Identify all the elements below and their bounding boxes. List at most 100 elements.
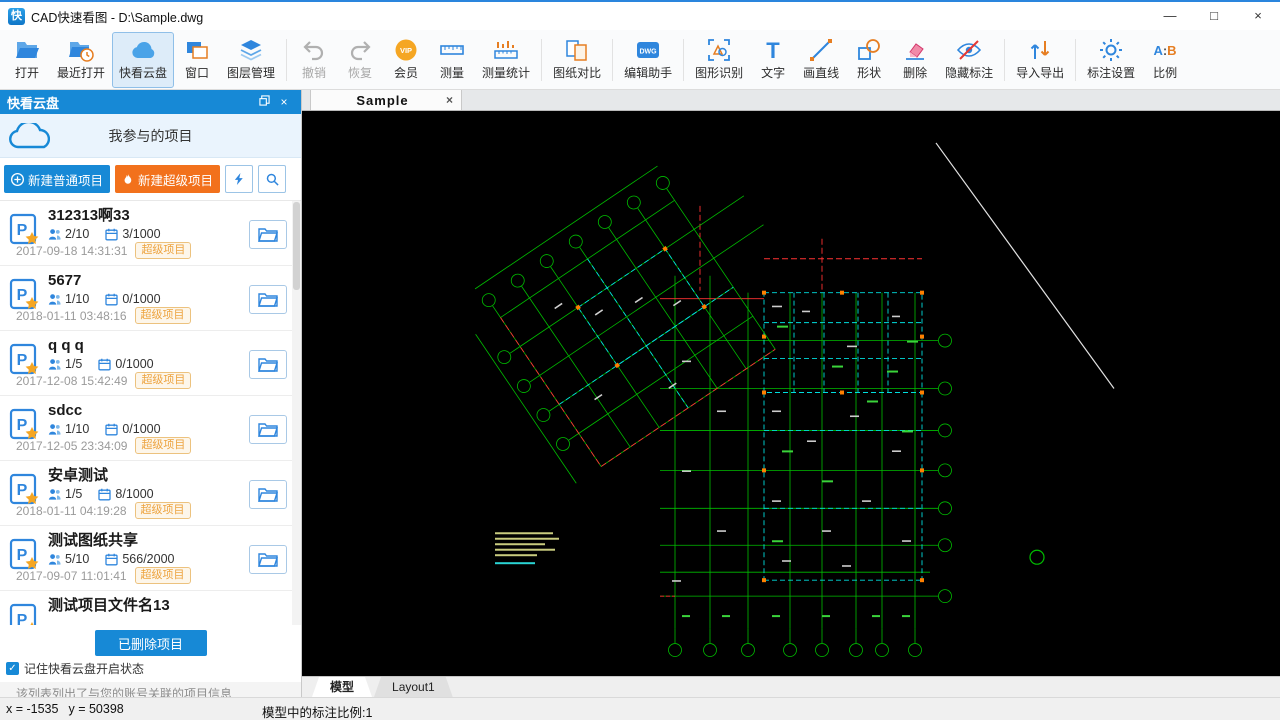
layout-tabbar: 模型 Layout1 xyxy=(302,676,1280,697)
text-icon: T xyxy=(760,36,787,63)
statusbar: x = -1535 y = 50398 模型中的标注比例:1 xyxy=(0,697,1280,720)
toolbar-cloud-disk[interactable]: 快看云盘 xyxy=(112,32,175,88)
deleted-projects-button[interactable]: 已删除项目 xyxy=(94,630,207,656)
project-item[interactable]: P 测试项目文件名13 xyxy=(0,591,301,625)
project-name: q q q xyxy=(48,337,84,354)
toolbar-text[interactable]: T 文字 xyxy=(750,32,796,88)
undo-icon xyxy=(301,36,328,63)
member-count: 1/10 xyxy=(48,422,89,436)
toolbar-window[interactable]: 窗口 xyxy=(174,32,220,88)
toolbar-vip[interactable]: VIP 会员 xyxy=(383,32,429,88)
project-time: 2017-12-05 23:34:09 xyxy=(16,438,128,453)
tab-model[interactable]: 模型 xyxy=(312,677,372,697)
ruler-icon xyxy=(439,36,466,63)
toolbar-label: 编辑助手 xyxy=(624,66,673,80)
calendar-icon xyxy=(105,293,118,305)
open-folder-icon xyxy=(14,36,41,63)
toolbar-measure[interactable]: 测量 xyxy=(429,32,475,88)
calendar-icon xyxy=(105,423,118,435)
titlebar: 快 CAD快速看图 - D:\Sample.dwg — □ × xyxy=(0,2,1280,30)
svg-text:P: P xyxy=(17,482,28,499)
tab-layout1[interactable]: Layout1 xyxy=(374,677,453,697)
folder-icon xyxy=(258,228,278,242)
toolbar-measure-stats[interactable]: 测量统计 xyxy=(475,32,537,88)
people-icon xyxy=(48,358,61,370)
cad-drawing[interactable] xyxy=(302,111,1280,676)
toolbar-open[interactable]: 打开 xyxy=(4,32,50,88)
svg-text:A:B: A:B xyxy=(1154,43,1177,58)
recognition-icon xyxy=(706,36,733,63)
toolbar-annotation-settings[interactable]: 标注设置 xyxy=(1080,32,1142,88)
project-item[interactable]: P 5677 1/10 0/1000 2018-01-11 03:48:16 超… xyxy=(0,266,301,331)
project-item[interactable]: P q q q 1/5 0/1000 2017-12-08 15:42:49 超… xyxy=(0,331,301,396)
toolbar-redo[interactable]: 恢复 xyxy=(337,32,383,88)
toolbar-undo[interactable]: 撤销 xyxy=(291,32,337,88)
people-icon xyxy=(48,293,61,305)
list-scrollbar[interactable] xyxy=(292,201,301,625)
toolbar-layers[interactable]: 图层管理 xyxy=(220,32,282,88)
project-name: 312313啊33 xyxy=(48,207,130,224)
project-icon: P xyxy=(8,603,42,625)
toolbar-separator xyxy=(683,39,685,81)
open-project-folder-button[interactable] xyxy=(249,350,287,379)
document-tab[interactable]: Sample × xyxy=(310,90,462,110)
close-button[interactable]: × xyxy=(1236,2,1280,30)
toolbar-shapes[interactable]: 形状 xyxy=(846,32,892,88)
scrollbar-thumb[interactable] xyxy=(293,202,300,290)
open-project-folder-button[interactable] xyxy=(249,285,287,314)
new-project-button[interactable]: 新建普通项目 xyxy=(4,165,111,193)
sheet-count: 3/1000 xyxy=(105,227,161,241)
toolbar-edit-assistant[interactable]: DWG 编辑助手 xyxy=(617,32,679,88)
project-name: sdcc xyxy=(48,402,83,419)
toolbar-scale[interactable]: A:B 比例 xyxy=(1142,32,1188,88)
maximize-button[interactable]: □ xyxy=(1192,2,1236,30)
recent-open-icon xyxy=(68,36,95,63)
open-project-folder-button[interactable] xyxy=(249,480,287,509)
toolbar-label: 测量 xyxy=(440,66,465,80)
toolbar-delete[interactable]: 删除 xyxy=(892,32,938,88)
sheet-count: 566/2000 xyxy=(105,552,174,566)
project-item[interactable]: P 测试图纸共享 5/10 566/2000 2017-09-07 11:01:… xyxy=(0,526,301,591)
toolbar-shape-recognition[interactable]: 图形识别 xyxy=(688,32,750,88)
shapes-icon xyxy=(856,36,883,63)
people-icon xyxy=(48,423,61,435)
search-button[interactable] xyxy=(258,165,287,193)
open-project-folder-button[interactable] xyxy=(249,220,287,249)
dwg-badge-icon: DWG xyxy=(635,36,662,63)
svg-text:P: P xyxy=(17,287,28,304)
app-logo-icon: 快 xyxy=(8,7,25,25)
new-super-project-button[interactable]: 新建超级项目 xyxy=(115,165,221,193)
toolbar-label: 图层管理 xyxy=(227,66,276,80)
toolbar-separator xyxy=(1075,39,1077,81)
svg-text:P: P xyxy=(17,222,28,239)
project-list: P 312313啊33 2/10 3/1000 2017-09-18 14:31… xyxy=(0,200,301,625)
minimize-button[interactable]: — xyxy=(1148,2,1192,30)
folder-icon xyxy=(258,423,278,437)
member-count: 1/10 xyxy=(48,292,89,306)
window-title: CAD快速看图 - D:\Sample.dwg xyxy=(31,10,204,25)
open-project-folder-button[interactable] xyxy=(249,415,287,444)
toolbar-separator xyxy=(286,39,288,81)
remember-checkbox[interactable]: ✓ xyxy=(6,662,19,675)
panel-close-icon[interactable]: × xyxy=(274,95,294,109)
cursor-coordinates: x = -1535 y = 50398 xyxy=(6,702,124,716)
tab-close-icon[interactable]: × xyxy=(446,93,453,107)
gear-icon xyxy=(1098,36,1125,63)
toolbar-line[interactable]: 画直线 xyxy=(796,32,846,88)
project-item[interactable]: P 312313啊33 2/10 3/1000 2017-09-18 14:31… xyxy=(0,201,301,266)
refresh-lightning-button[interactable] xyxy=(225,165,254,193)
project-item[interactable]: P sdcc 1/10 0/1000 2017-12-05 23:34:09 超… xyxy=(0,396,301,461)
open-project-folder-button[interactable] xyxy=(249,545,287,574)
toolbar-import-export[interactable]: 导入导出 xyxy=(1009,32,1071,88)
toolbar-label: 图形识别 xyxy=(695,66,744,80)
project-item[interactable]: P 安卓测试 1/5 8/1000 2018-01-11 04:19:28 超级… xyxy=(0,461,301,526)
toolbar-hide-annotations[interactable]: 隐藏标注 xyxy=(938,32,1000,88)
folder-icon xyxy=(258,358,278,372)
compare-sheets-icon xyxy=(564,36,591,63)
toolbar-label: 窗口 xyxy=(185,66,210,80)
panel-float-icon[interactable] xyxy=(254,95,274,109)
vip-icon: VIP xyxy=(393,36,420,63)
cad-canvas[interactable] xyxy=(302,111,1280,676)
toolbar-recent[interactable]: 最近打开 xyxy=(50,32,112,88)
toolbar-compare[interactable]: 图纸对比 xyxy=(546,32,608,88)
